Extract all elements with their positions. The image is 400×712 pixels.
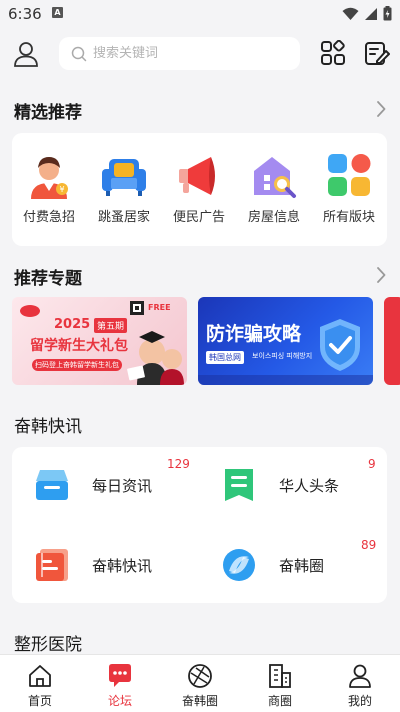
banner-tag: 韩国总网: [206, 351, 244, 364]
featured-item-label: 房屋信息: [247, 210, 300, 225]
banner-headline: 防诈骗攻略: [206, 323, 302, 345]
banner-subtext: 보이스피싱 피해방지: [252, 352, 313, 360]
nav-forum[interactable]: 论坛: [80, 655, 160, 712]
topic-banner-anti-fraud[interactable]: 防诈骗攻略 韩国总网 보이스피싱 피해방지: [198, 297, 373, 385]
notification-icon: A: [52, 7, 63, 18]
profile-button[interactable]: [12, 40, 40, 68]
quick-news-flash[interactable]: 奋韩快讯: [12, 527, 192, 597]
featured-card: ¥ 付费急招 跳蚤居家 便民广告 房屋信息 所有版块: [12, 133, 387, 246]
status-icons: [342, 6, 392, 21]
inbox-tray-icon: [36, 470, 68, 500]
topic-banner-partial[interactable]: [384, 297, 400, 385]
aperture-icon: [188, 664, 212, 688]
battery-icon: [383, 6, 392, 21]
quick-news-count: 9: [368, 457, 376, 471]
headline-doc-icon: [225, 469, 253, 501]
compose-button[interactable]: [364, 40, 390, 66]
nav-label: 首页: [27, 694, 52, 708]
quick-news-circle[interactable]: 奋韩圈 89: [199, 527, 379, 597]
banner-subtext: 扫码登上奋韩留学新生礼包: [32, 359, 122, 371]
banner-year: 2025: [54, 317, 91, 332]
featured-item-label: 所有版块: [322, 210, 375, 225]
grid-menu-button[interactable]: [320, 39, 346, 66]
chevron-right-icon[interactable]: [376, 267, 386, 283]
chevron-right-icon[interactable]: [376, 101, 386, 117]
top-header: [0, 30, 400, 76]
user-outline-icon: [14, 42, 38, 67]
topics-section-title: 推荐专题: [14, 269, 82, 289]
nav-home[interactable]: 首页: [0, 655, 80, 712]
featured-item-label: 便民广告: [172, 210, 225, 225]
nav-label: 论坛: [107, 694, 132, 708]
quick-news-label: 奋韩圈: [279, 557, 325, 575]
banner-free-tag: FREE: [148, 303, 171, 312]
featured-item-label: 付费急招: [22, 210, 75, 225]
quick-news-chinese-headlines[interactable]: 华人头条 9: [199, 447, 379, 517]
featured-section-title: 精选推荐: [14, 103, 82, 123]
featured-item-housing[interactable]: 房屋信息: [237, 133, 309, 246]
circle-swirl-icon: [223, 549, 255, 581]
quick-news-card: 每日资讯 129 华人头条 9 奋韩快讯 奋韩圈 89: [12, 447, 387, 603]
wifi-icon: [342, 7, 359, 20]
bottom-navigation: 首页 论坛 奋韩圈 商圈 我的: [0, 654, 400, 712]
featured-item-label: 跳蚤居家: [97, 210, 150, 225]
nav-label: 我的: [347, 694, 372, 708]
nav-label: 商圈: [267, 694, 292, 708]
quick-news-count: 89: [361, 538, 377, 552]
search-bar[interactable]: [59, 37, 300, 70]
user-icon: [349, 664, 371, 688]
status-bar: 6:36 A: [0, 0, 400, 28]
home-icon: [29, 665, 51, 687]
quick-news-daily[interactable]: 每日资讯 129: [12, 447, 192, 517]
quick-news-label: 华人头条: [279, 477, 340, 495]
search-icon: [71, 46, 87, 62]
all-sections-grid-icon: [328, 154, 371, 196]
forum-chat-icon: [109, 664, 131, 687]
building-icon: [269, 664, 291, 688]
banner-headline: 留学新生大礼包: [30, 338, 128, 354]
news-doc-icon: [36, 549, 68, 581]
quick-news-count: 129: [167, 457, 190, 471]
featured-item-paid-jobs[interactable]: ¥ 付费急招: [12, 133, 84, 246]
search-input[interactable]: [93, 37, 283, 70]
banner-issue: 第五期: [94, 318, 128, 333]
signal-icon: [365, 7, 377, 20]
nav-fenhan-circle[interactable]: 奋韩圈: [160, 655, 240, 712]
sofa-icon: [102, 159, 146, 196]
featured-item-flea-market[interactable]: 跳蚤居家: [87, 133, 159, 246]
topic-banner-student-pack[interactable]: 2025 第五期 FREE 留学新生大礼包 扫码登上奋韩留学新生礼包: [12, 297, 187, 385]
svg-text:¥: ¥: [59, 185, 64, 194]
featured-item-all-sections[interactable]: 所有版块: [312, 133, 384, 246]
nav-mine[interactable]: 我的: [320, 655, 400, 712]
quick-news-label: 奋韩快讯: [92, 557, 153, 575]
featured-item-ads[interactable]: 便民广告: [162, 133, 234, 246]
edit-note-icon: [365, 42, 390, 65]
quick-news-label: 每日资讯: [92, 477, 153, 495]
nav-label: 奋韩圈: [181, 694, 218, 708]
nav-business[interactable]: 商圈: [240, 655, 320, 712]
megaphone-icon: [179, 157, 215, 195]
worker-avatar-icon: ¥: [31, 157, 68, 199]
quick-news-section-title: 奋韩快讯: [14, 417, 82, 437]
status-time: 6:36: [8, 5, 42, 23]
plastic-surgery-section-title: 整形医院: [14, 635, 82, 655]
grid-icon: [321, 39, 345, 65]
house-search-icon: [254, 157, 296, 198]
